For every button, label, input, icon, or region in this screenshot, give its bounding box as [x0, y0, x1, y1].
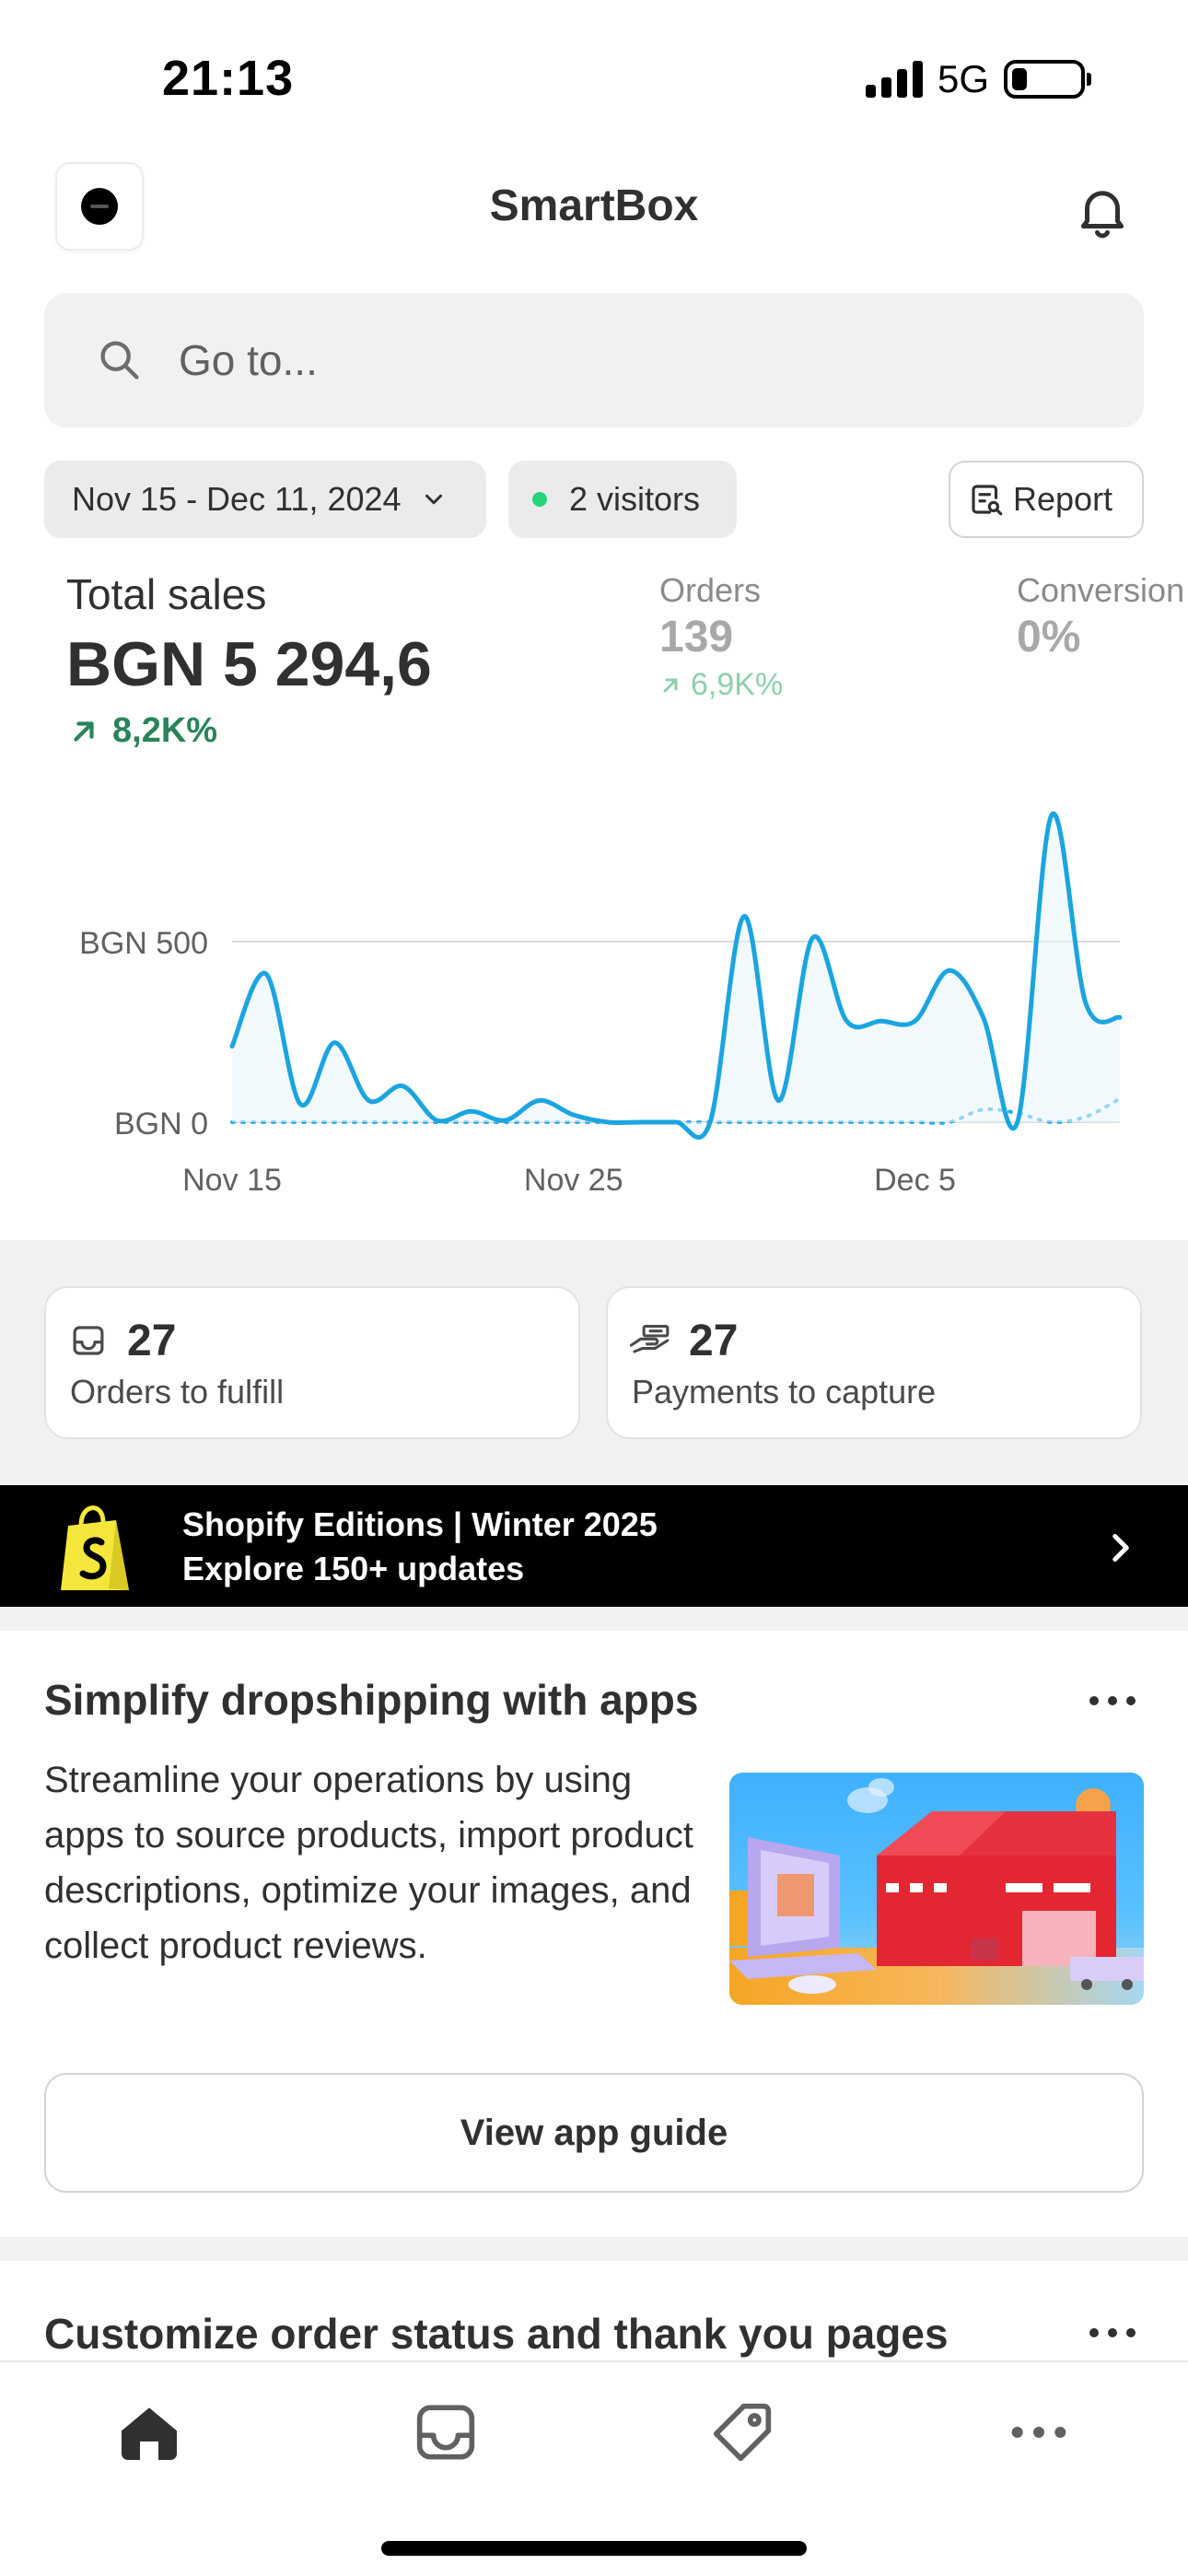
sales-line-chart[interactable]: BGN 500 BGN 0 Nov 15 Nov 25 Dec 5 — [0, 774, 1188, 1216]
shopify-bag-icon — [61, 1505, 129, 1590]
home-icon[interactable] — [112, 2395, 186, 2469]
live-dot-icon — [532, 492, 547, 507]
next-section-title: Customize order status and thank you pag… — [44, 2310, 949, 2358]
orders-to-fulfill-label: Orders to fulfill — [70, 1373, 285, 1411]
cash-hand-icon — [629, 1325, 670, 1353]
report-button[interactable]: Report — [949, 461, 1144, 538]
app-screen: 21:13 5G SmartBox Nov 15 - Dec 11, 2024 … — [0, 0, 1188, 2576]
home-indicator — [381, 2541, 807, 2556]
promo-title: Shopify Editions | Winter 2025 — [182, 1505, 658, 1543]
search-bar[interactable] — [44, 293, 1144, 427]
chart-y-tick-label: BGN 500 — [79, 926, 208, 961]
editions-promo-banner[interactable]: Shopify Editions | Winter 2025 Explore 1… — [0, 1485, 1188, 1607]
live-visitors-chip[interactable]: 2 visitors — [508, 461, 737, 538]
page-title: SmartBox — [489, 181, 699, 230]
more-options-icon[interactable] — [1085, 1692, 1140, 1710]
chart-x-tick-label: Nov 15 — [182, 1163, 282, 1198]
date-range-label: Nov 15 - Dec 11, 2024 — [72, 480, 402, 518]
search-icon — [100, 341, 139, 380]
payments-to-capture-count: 27 — [689, 1317, 739, 1365]
total-sales-trend-value: 8,2K% — [112, 711, 218, 750]
conversion-value: 0% — [1017, 613, 1081, 662]
chevron-right-icon — [1112, 1534, 1129, 1562]
network-label: 5G — [937, 57, 989, 100]
orders-value: 139 — [659, 613, 734, 662]
orders-to-fulfill-count: 27 — [127, 1317, 177, 1365]
guide-title: Simplify dropshipping with apps — [44, 1676, 699, 1724]
search-input[interactable] — [179, 335, 1007, 385]
orders-to-fulfill-card[interactable]: 27 Orders to fulfill — [44, 1286, 580, 1439]
orders-trend-value: 6,9K% — [691, 667, 784, 702]
arrow-up-right-icon — [74, 720, 94, 742]
total-sales-value: BGN 5 294,6 — [66, 629, 432, 699]
warehouse-illustration — [729, 1773, 1144, 2005]
status-indicators: 5G — [865, 57, 1091, 101]
signal-icon — [865, 61, 923, 98]
chart-y-tick-label: BGN 0 — [114, 1107, 208, 1142]
chart-series-area — [232, 814, 1120, 1138]
arrow-up-right-icon — [663, 678, 678, 692]
total-sales-trend: 8,2K% — [68, 711, 217, 751]
status-time: 21:13 — [162, 51, 295, 106]
battery-icon — [1004, 60, 1091, 99]
more-options-icon[interactable] — [1085, 2324, 1140, 2342]
report-icon — [972, 485, 1003, 516]
visitors-label: 2 visitors — [569, 480, 701, 518]
orders-icon[interactable] — [409, 2395, 483, 2469]
report-label: Report — [1013, 480, 1113, 518]
section-divider — [0, 2237, 1188, 2261]
payments-to-capture-label: Payments to capture — [632, 1373, 937, 1411]
view-app-guide-button[interactable]: View app guide — [44, 2073, 1144, 2193]
date-range-selector[interactable]: Nov 15 - Dec 11, 2024 — [44, 461, 486, 538]
section-divider — [0, 1607, 1188, 1631]
bell-icon[interactable] — [1072, 181, 1133, 241]
more-icon[interactable] — [1002, 2395, 1076, 2469]
orders-trend: 6,9K% — [659, 667, 783, 703]
total-sales-label: Total sales — [66, 570, 267, 618]
chart-x-tick-label: Dec 5 — [874, 1163, 956, 1198]
orders-label: Orders — [659, 571, 762, 609]
promo-subtitle: Explore 150+ updates — [182, 1550, 525, 1587]
guide-description: Streamline your operations by using apps… — [44, 1760, 693, 1966]
chart-x-tick-label: Nov 25 — [524, 1163, 623, 1198]
chevron-down-icon — [425, 494, 442, 505]
conversion-label: Conversion — [1017, 571, 1185, 609]
inbox-icon — [73, 1326, 104, 1355]
products-tag-icon[interactable] — [705, 2395, 779, 2469]
payments-to-capture-card[interactable]: 27 Payments to capture — [606, 1286, 1142, 1439]
